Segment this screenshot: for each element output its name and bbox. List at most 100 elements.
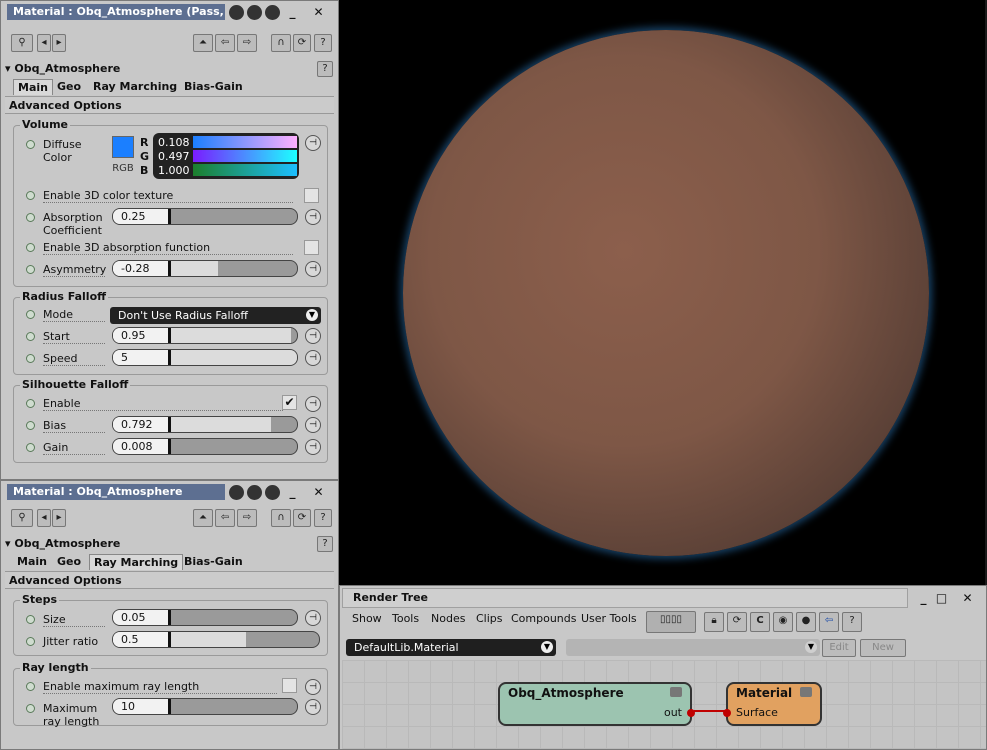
collapse-icon[interactable]: ▾ [5, 537, 14, 550]
close-button[interactable]: ✕ [311, 5, 326, 20]
right-arrow-icon[interactable]: ⇨ [237, 509, 257, 527]
refresh-icon[interactable]: ⟳ [727, 612, 747, 632]
panel-titlebar[interactable]: Material : Obq_Atmosphere _ ✕ [1, 481, 338, 501]
animation-led[interactable] [26, 615, 35, 624]
up-arrow-icon[interactable]: ⏶ [193, 509, 213, 527]
menu-clips[interactable]: Clips [476, 610, 503, 628]
animation-led[interactable] [26, 140, 35, 149]
b-slider[interactable]: 1.000 [155, 164, 297, 177]
menu-show[interactable]: Show [352, 610, 382, 628]
material-selector[interactable]: ▼ [566, 639, 820, 656]
gain-slider[interactable]: 0.008 [112, 438, 298, 455]
animation-led[interactable] [26, 354, 35, 363]
connect-icon[interactable]: ⊣ [305, 610, 321, 626]
minimize-button[interactable]: _ [285, 485, 300, 500]
render-viewport[interactable] [339, 0, 987, 585]
size-value[interactable]: 0.05 [113, 610, 171, 625]
next-arrow-button[interactable]: ▸ [52, 509, 66, 527]
user-icon[interactable] [265, 485, 280, 500]
enable-max-ray-checkbox[interactable] [282, 678, 297, 693]
globe-icon[interactable]: ◉ [773, 612, 793, 632]
connect-icon[interactable]: ⊣ [305, 261, 321, 277]
animation-led[interactable] [26, 265, 35, 274]
section-header[interactable]: ▾ Obq_Atmosphere [5, 536, 334, 552]
prev-arrow-button[interactable]: ◂ [37, 34, 51, 52]
maximize-button[interactable]: □ [934, 591, 949, 606]
scene-icon[interactable] [247, 5, 262, 20]
animation-led[interactable] [26, 443, 35, 452]
close-button[interactable]: ✕ [311, 485, 326, 500]
tab-bias-gain[interactable]: Bias-Gain [180, 554, 247, 570]
refresh-icon[interactable]: ⟳ [293, 34, 311, 52]
menu-user-tools[interactable]: User Tools [581, 610, 637, 628]
left-arrow-icon[interactable]: ⇦ [215, 34, 235, 52]
tab-ray-marching[interactable]: Ray Marching [89, 554, 184, 570]
animation-led[interactable] [26, 243, 35, 252]
section-help-icon[interactable]: ? [317, 61, 333, 77]
animation-led[interactable] [26, 399, 35, 408]
rgb-button[interactable]: RGB [110, 163, 136, 174]
connect-icon[interactable]: ⊣ [305, 135, 321, 151]
asymmetry-slider[interactable]: -0.28 [112, 260, 298, 277]
lock-keys-icon[interactable]: ⚲ [11, 34, 33, 52]
panel-titlebar[interactable]: Material : Obq_Atmosphere (Pass,... _ ✕ [1, 1, 338, 21]
layout-slots-icon[interactable]: ▯▯▯▯ [646, 611, 696, 633]
start-value[interactable]: 0.95 [113, 328, 171, 343]
connect-icon[interactable]: ⊣ [305, 350, 321, 366]
right-arrow-icon[interactable]: ⇨ [237, 34, 257, 52]
close-button[interactable]: ✕ [960, 591, 975, 606]
connect-icon[interactable]: ⊣ [305, 699, 321, 715]
node-collapse-icon[interactable] [670, 687, 682, 697]
animation-led[interactable] [26, 704, 35, 713]
glasses-icon[interactable] [229, 5, 244, 20]
lock-keys-icon[interactable]: ⚲ [11, 509, 33, 527]
render-tree-titlebar[interactable]: Render Tree [342, 588, 908, 608]
tab-main[interactable]: Main [13, 554, 51, 570]
c-icon[interactable]: C [750, 612, 770, 632]
animation-led[interactable] [26, 637, 35, 646]
lock-icon[interactable]: 🔒︎ [704, 612, 724, 632]
left-arrow-icon[interactable]: ⇦ [215, 509, 235, 527]
refresh-icon[interactable]: ⟳ [293, 509, 311, 527]
next-arrow-button[interactable]: ▸ [52, 34, 66, 52]
connect-icon[interactable]: ⊣ [305, 396, 321, 412]
tab-bias-gain[interactable]: Bias-Gain [180, 79, 247, 95]
absorption-value[interactable]: 0.25 [113, 209, 171, 224]
user-icon[interactable] [265, 5, 280, 20]
node-canvas[interactable]: Obq_Atmosphere out Material Surface [342, 660, 986, 749]
r-slider[interactable]: 0.108 [155, 136, 297, 149]
asymmetry-value[interactable]: -0.28 [113, 261, 171, 276]
color-swatch[interactable] [112, 136, 134, 158]
help-icon[interactable]: ? [314, 509, 332, 527]
animation-led[interactable] [26, 213, 35, 222]
tab-main[interactable]: Main [13, 79, 53, 95]
lock-icon[interactable]: ∩ [271, 509, 291, 527]
glasses-icon[interactable] [229, 485, 244, 500]
tab-ray-marching[interactable]: Ray Marching [89, 79, 181, 95]
help-icon[interactable]: ? [314, 34, 332, 52]
help-icon[interactable]: ? [842, 612, 862, 632]
connect-icon[interactable]: ⊣ [305, 417, 321, 433]
connect-icon[interactable]: ⊣ [305, 209, 321, 225]
g-slider[interactable]: 0.497 [155, 150, 297, 163]
sphere-icon[interactable]: ● [796, 612, 816, 632]
menu-tools[interactable]: Tools [392, 610, 419, 628]
connect-icon[interactable]: ⊣ [305, 439, 321, 455]
menu-compounds[interactable]: Compounds [511, 610, 577, 628]
section-help-icon[interactable]: ? [317, 536, 333, 552]
size-slider[interactable]: 0.05 [112, 609, 298, 626]
input-port[interactable] [723, 709, 731, 717]
collapse-icon[interactable]: ▾ [5, 62, 14, 75]
menu-nodes[interactable]: Nodes [431, 610, 465, 628]
back-arrow-icon[interactable]: ⇦ [819, 612, 839, 632]
advanced-options-tab[interactable]: Advanced Options [5, 571, 334, 589]
max-ray-slider[interactable]: 10 [112, 698, 298, 715]
animation-led[interactable] [26, 421, 35, 430]
connect-icon[interactable]: ⊣ [305, 328, 321, 344]
enable-checkbox[interactable]: ✔ [282, 395, 297, 410]
animation-led[interactable] [26, 310, 35, 319]
animation-led[interactable] [26, 191, 35, 200]
node-material[interactable]: Material Surface [723, 682, 822, 726]
scene-icon[interactable] [247, 485, 262, 500]
enable-3d-color-checkbox[interactable] [304, 188, 319, 203]
